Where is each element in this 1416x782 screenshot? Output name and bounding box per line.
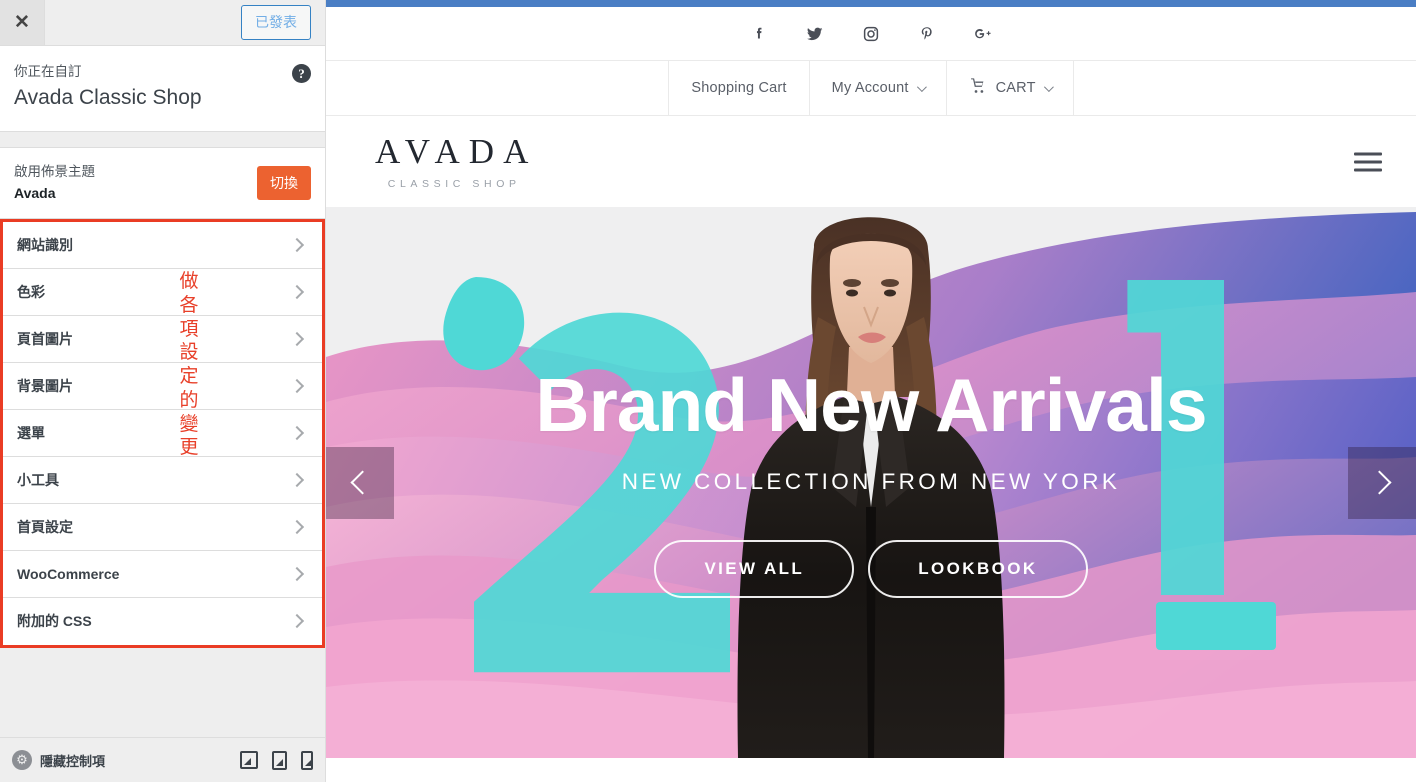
nav-item-my-account[interactable]: My Account (808, 61, 946, 115)
gear-icon: ⚙ (12, 750, 32, 770)
site-preview: Shopping Cart My Account CART AVADA CLAS… (326, 0, 1416, 782)
chevron-right-icon (289, 614, 305, 629)
sidebar-item-colors[interactable]: 色彩 (3, 268, 322, 316)
chevron-down-icon (1043, 81, 1054, 92)
tablet-preview-icon[interactable] (272, 750, 287, 770)
active-theme-name: Avada (14, 184, 56, 201)
desktop-preview-icon[interactable] (240, 751, 258, 769)
nav-item-label: Shopping Cart (691, 80, 787, 96)
device-preview-switcher (240, 750, 313, 770)
chevron-right-icon (289, 237, 305, 252)
lookbook-button[interactable]: LOOKBOOK (868, 539, 1088, 598)
pinterest-icon[interactable] (912, 19, 942, 49)
active-theme-label: 啟用佈景主題 (14, 163, 95, 179)
active-theme-panel: 啟用佈景主題 Avada 切換 (0, 146, 325, 219)
hamburger-menu-icon[interactable] (1354, 147, 1382, 176)
section-gap (0, 131, 325, 147)
sidebar-item-label: 色彩 (17, 283, 45, 300)
publish-button[interactable]: 已發表 (241, 5, 311, 40)
nav-item-cart[interactable]: CART (945, 61, 1074, 115)
hero-title: Brand New Arrivals (535, 362, 1207, 447)
nav-item-shopping-cart[interactable]: Shopping Cart (668, 61, 808, 115)
secondary-nav: Shopping Cart My Account CART (326, 61, 1416, 116)
sidebar-item-homepage-settings[interactable]: 首頁設定 (3, 503, 322, 551)
chevron-right-icon (289, 519, 305, 534)
sidebar-item-label: 附加的 CSS (17, 613, 92, 630)
chevron-left-icon (350, 470, 375, 495)
sidebar-item-label: WooCommerce (17, 565, 120, 582)
instagram-icon[interactable] (856, 19, 886, 49)
chevron-right-icon (289, 378, 305, 393)
hero-subtitle: NEW COLLECTION FROM NEW YORK (621, 468, 1121, 494)
sidebar-item-label: 背景圖片 (17, 377, 73, 394)
social-icons-bar (326, 7, 1416, 61)
hide-controls-area[interactable]: ⚙ 隱藏控制項 (12, 750, 240, 770)
sidebar-item-label: 頁首圖片 (17, 330, 73, 347)
customizer-sidebar: ✕ 已發表 你正在自訂 Avada Classic Shop ? 啟用佈景主題 … (0, 0, 326, 782)
sidebar-item-woocommerce[interactable]: WooCommerce (3, 550, 322, 598)
sidebar-item-menus[interactable]: 選單 (3, 409, 322, 457)
sidebar-item-label: 網站識別 (17, 236, 73, 253)
sidebar-item-additional-css[interactable]: 附加的 CSS (3, 597, 322, 645)
sidebar-item-label: 小工具 (17, 471, 59, 488)
close-icon[interactable]: ✕ (0, 0, 45, 45)
chevron-right-icon (289, 331, 305, 346)
switch-theme-button[interactable]: 切換 (257, 165, 311, 200)
site-header: AVADA CLASSIC SHOP (326, 116, 1416, 207)
sidebar-item-header-image[interactable]: 頁首圖片 (3, 315, 322, 363)
logo-wordmark: AVADA (375, 131, 538, 171)
help-icon[interactable]: ? (292, 64, 311, 83)
customizing-eyebrow: 你正在自訂 (14, 64, 82, 79)
sidebar-item-background-image[interactable]: 背景圖片 (3, 362, 322, 410)
chevron-right-icon (289, 566, 305, 581)
chevron-right-icon (1367, 470, 1392, 495)
chevron-right-icon (289, 284, 305, 299)
chevron-right-icon (289, 425, 305, 440)
mobile-preview-icon[interactable] (301, 750, 313, 770)
chevron-down-icon (916, 81, 927, 92)
nav-item-label: CART (995, 80, 1036, 96)
customizer-footer: ⚙ 隱藏控制項 (0, 737, 325, 782)
hero-slider: Brand New Arrivals NEW COLLECTION FROM N… (326, 207, 1416, 758)
sidebar-item-label: 選單 (17, 424, 45, 441)
customizer-topbar: ✕ 已發表 (0, 0, 325, 46)
active-theme-info: 啟用佈景主題 Avada (14, 162, 257, 204)
page-title: Avada Classic Shop (14, 86, 202, 110)
chevron-right-icon (289, 472, 305, 487)
slider-next-button[interactable] (1348, 446, 1416, 519)
nav-item-label: My Account (831, 80, 909, 96)
slider-prev-button[interactable] (326, 446, 394, 519)
twitter-icon[interactable] (800, 19, 830, 49)
hero-content: Brand New Arrivals NEW COLLECTION FROM N… (326, 207, 1416, 758)
googleplus-icon[interactable] (968, 19, 998, 49)
publish-area: 已發表 (241, 0, 325, 45)
customizer-sections-highlight: 網站識別 色彩 頁首圖片 背景圖片 選單 小工具 首頁設定 WooCommerc… (0, 218, 325, 648)
cart-icon (969, 77, 988, 99)
sidebar-item-label: 首頁設定 (17, 518, 73, 535)
site-logo[interactable]: AVADA CLASSIC SHOP (366, 134, 537, 190)
facebook-icon[interactable] (744, 19, 774, 49)
logo-tagline: CLASSIC SHOP (387, 177, 521, 190)
hide-controls-label: 隱藏控制項 (40, 753, 106, 769)
sidebar-item-site-identity[interactable]: 網站識別 (3, 221, 322, 269)
view-all-button[interactable]: VIEW ALL (654, 539, 855, 598)
hero-cta-group: VIEW ALL LOOKBOOK (654, 539, 1088, 598)
sidebar-item-widgets[interactable]: 小工具 (3, 456, 322, 504)
customizer-header: 你正在自訂 Avada Classic Shop ? (0, 46, 325, 132)
admin-bar (326, 0, 1416, 7)
customizer-screen: ✕ 已發表 你正在自訂 Avada Classic Shop ? 啟用佈景主題 … (0, 0, 1416, 782)
